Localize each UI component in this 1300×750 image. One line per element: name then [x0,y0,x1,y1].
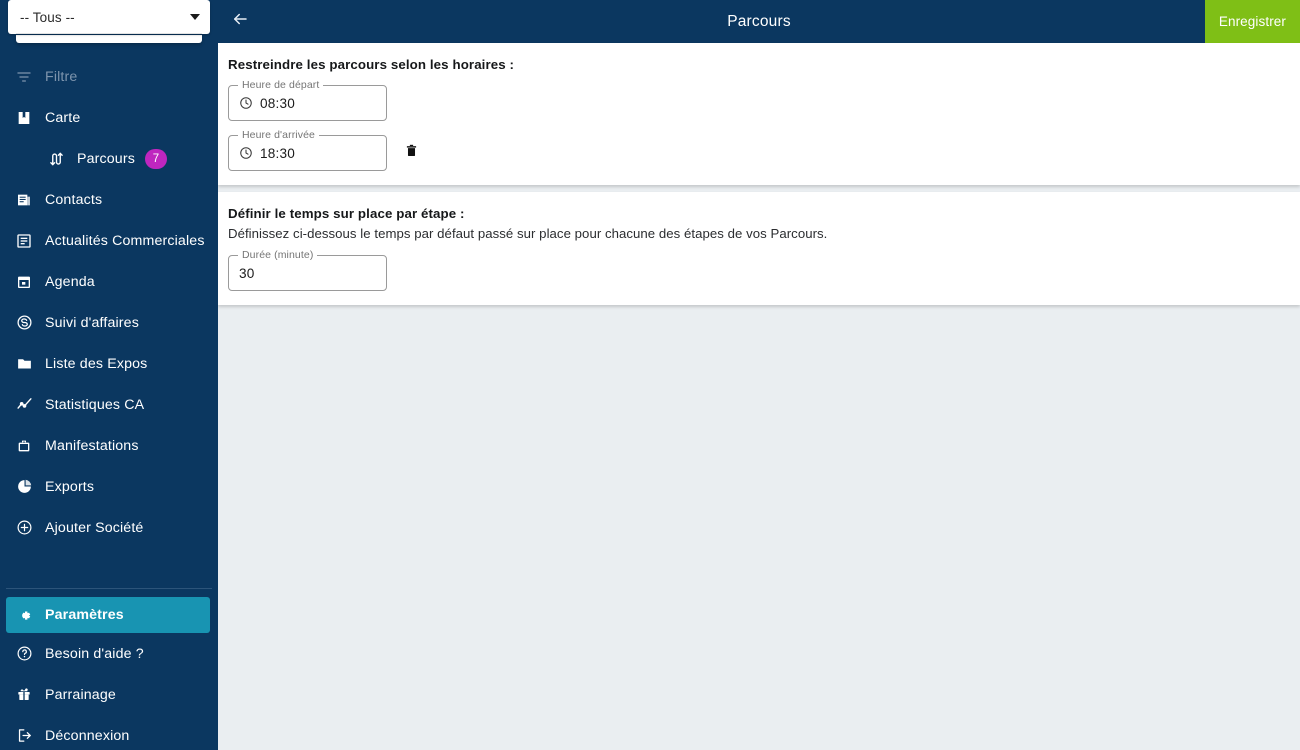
sidebar-item-parametres[interactable]: Paramètres [6,597,210,633]
sidebar-item-label: Parcours [77,150,135,167]
status-badge: 7 [144,148,167,169]
sidebar-item-deconnexion[interactable]: Déconnexion [0,715,218,750]
schedule-card: Restreindre les parcours selon les horai… [218,43,1300,185]
sidebar-item-label: Besoin d'aide ? [45,645,144,662]
calendar-icon [14,272,34,292]
sidebar-item-ajouter-societe[interactable]: Ajouter Société [0,507,218,548]
departure-time-field[interactable]: Heure de départ 08:30 [228,79,387,121]
sidebar-item-actualites-commerciales[interactable]: Actualités Commerciales [0,220,218,261]
schedule-card-title: Restreindre les parcours selon les horai… [228,57,515,72]
filter-icon [14,67,34,87]
arrival-time-field[interactable]: Heure d'arrivée 18:30 [228,129,387,171]
sidebar-item-label: Statistiques CA [45,396,145,413]
trash-icon [405,143,418,163]
map-book-icon [14,108,34,128]
app-root: -- Tous -- Filtre Carte Parcours 7 Conta… [0,0,1300,750]
sidebar-item-label: Exports [45,478,95,495]
sidebar-item-label: Manifestations [45,437,139,454]
sidebar-item-label: Contacts [45,191,103,208]
deal-tracking-icon [14,313,34,333]
main-content: Parcours Enregistrer Restreindre les par… [218,0,1300,750]
company-select-underline [16,33,202,34]
company-select[interactable]: -- Tous -- [8,0,210,34]
arrival-row: Heure d'arrivée 18:30 [228,129,1300,171]
sidebar-item-label: Paramètres [45,607,124,623]
sidebar-item-manifestations[interactable]: Manifestations [0,425,218,466]
sidebar-item-label: Ajouter Société [45,519,144,536]
gift-icon [14,685,34,705]
news-icon [14,231,34,251]
contacts-icon [14,190,34,210]
sidebar-item-label: Agenda [45,273,95,290]
sidebar-item-label: Filtre [45,68,78,85]
sidebar-divider [6,588,212,589]
sidebar-item-besoin-daide[interactable]: Besoin d'aide ? [0,633,218,674]
sidebar-item-statistiques-ca[interactable]: Statistiques CA [0,384,218,425]
chevron-down-icon [190,14,200,20]
chart-line-icon [14,395,34,415]
sidebar-item-label: Liste des Expos [45,355,148,372]
company-select-wrap: -- Tous -- [8,0,210,43]
route-icon [46,149,66,169]
pie-chart-icon [14,477,34,497]
back-button[interactable] [218,0,262,43]
sidebar-item-liste-des-expos[interactable]: Liste des Expos [0,343,218,384]
sidebar-bottom-nav: Paramètres Besoin d'aide ? Parrainage Dé… [0,597,218,750]
clock-icon [239,146,253,160]
sidebar-item-filtre[interactable]: Filtre [0,56,218,97]
company-select-panel [16,35,202,43]
logout-icon [14,726,34,746]
departure-time-value: 08:30 [260,95,296,111]
company-select-value: -- Tous -- [20,9,75,25]
field-gap [228,121,1300,135]
arrow-left-icon [231,10,249,33]
departure-time-label: Heure de départ [238,79,324,91]
duration-card-description: Définissez ci-dessous le temps par défau… [228,226,828,241]
sidebar-item-parrainage[interactable]: Parrainage [0,674,218,715]
sidebar-nav: Filtre Carte Parcours 7 Contacts Actuali… [0,56,218,548]
duration-field[interactable]: Durée (minute) 30 [228,249,387,291]
sidebar-item-carte[interactable]: Carte [0,97,218,138]
sidebar-item-label: Déconnexion [45,727,130,744]
page-title: Parcours [727,12,791,30]
sidebar-item-parcours[interactable]: Parcours 7 [0,138,218,179]
sidebar-item-agenda[interactable]: Agenda [0,261,218,302]
folder-icon [14,354,34,374]
plus-circle-icon [14,518,34,538]
topbar: Parcours Enregistrer [218,0,1300,43]
save-button[interactable]: Enregistrer [1204,0,1300,43]
gear-icon [14,605,34,625]
delete-schedule-button[interactable] [405,143,418,163]
sidebar-item-label: Carte [45,109,81,126]
duration-value: 30 [239,265,255,281]
help-circle-icon [14,644,34,664]
sidebar-item-suivi-daffaires[interactable]: Suivi d'affaires [0,302,218,343]
sidebar-item-label: Actualités Commerciales [45,232,205,249]
sidebar-item-label: Parrainage [45,686,116,703]
sidebar-item-contacts[interactable]: Contacts [0,179,218,220]
duration-label: Durée (minute) [238,249,318,261]
briefcase-icon [14,436,34,456]
sidebar-item-exports[interactable]: Exports [0,466,218,507]
clock-icon [239,96,253,110]
sidebar-item-label: Suivi d'affaires [45,314,139,331]
arrival-time-value: 18:30 [260,145,296,161]
duration-card: Définir le temps sur place par étape : D… [218,192,1300,305]
sidebar: -- Tous -- Filtre Carte Parcours 7 Conta… [0,0,218,750]
arrival-time-label: Heure d'arrivée [238,129,319,141]
duration-card-title: Définir le temps sur place par étape : [228,206,465,221]
